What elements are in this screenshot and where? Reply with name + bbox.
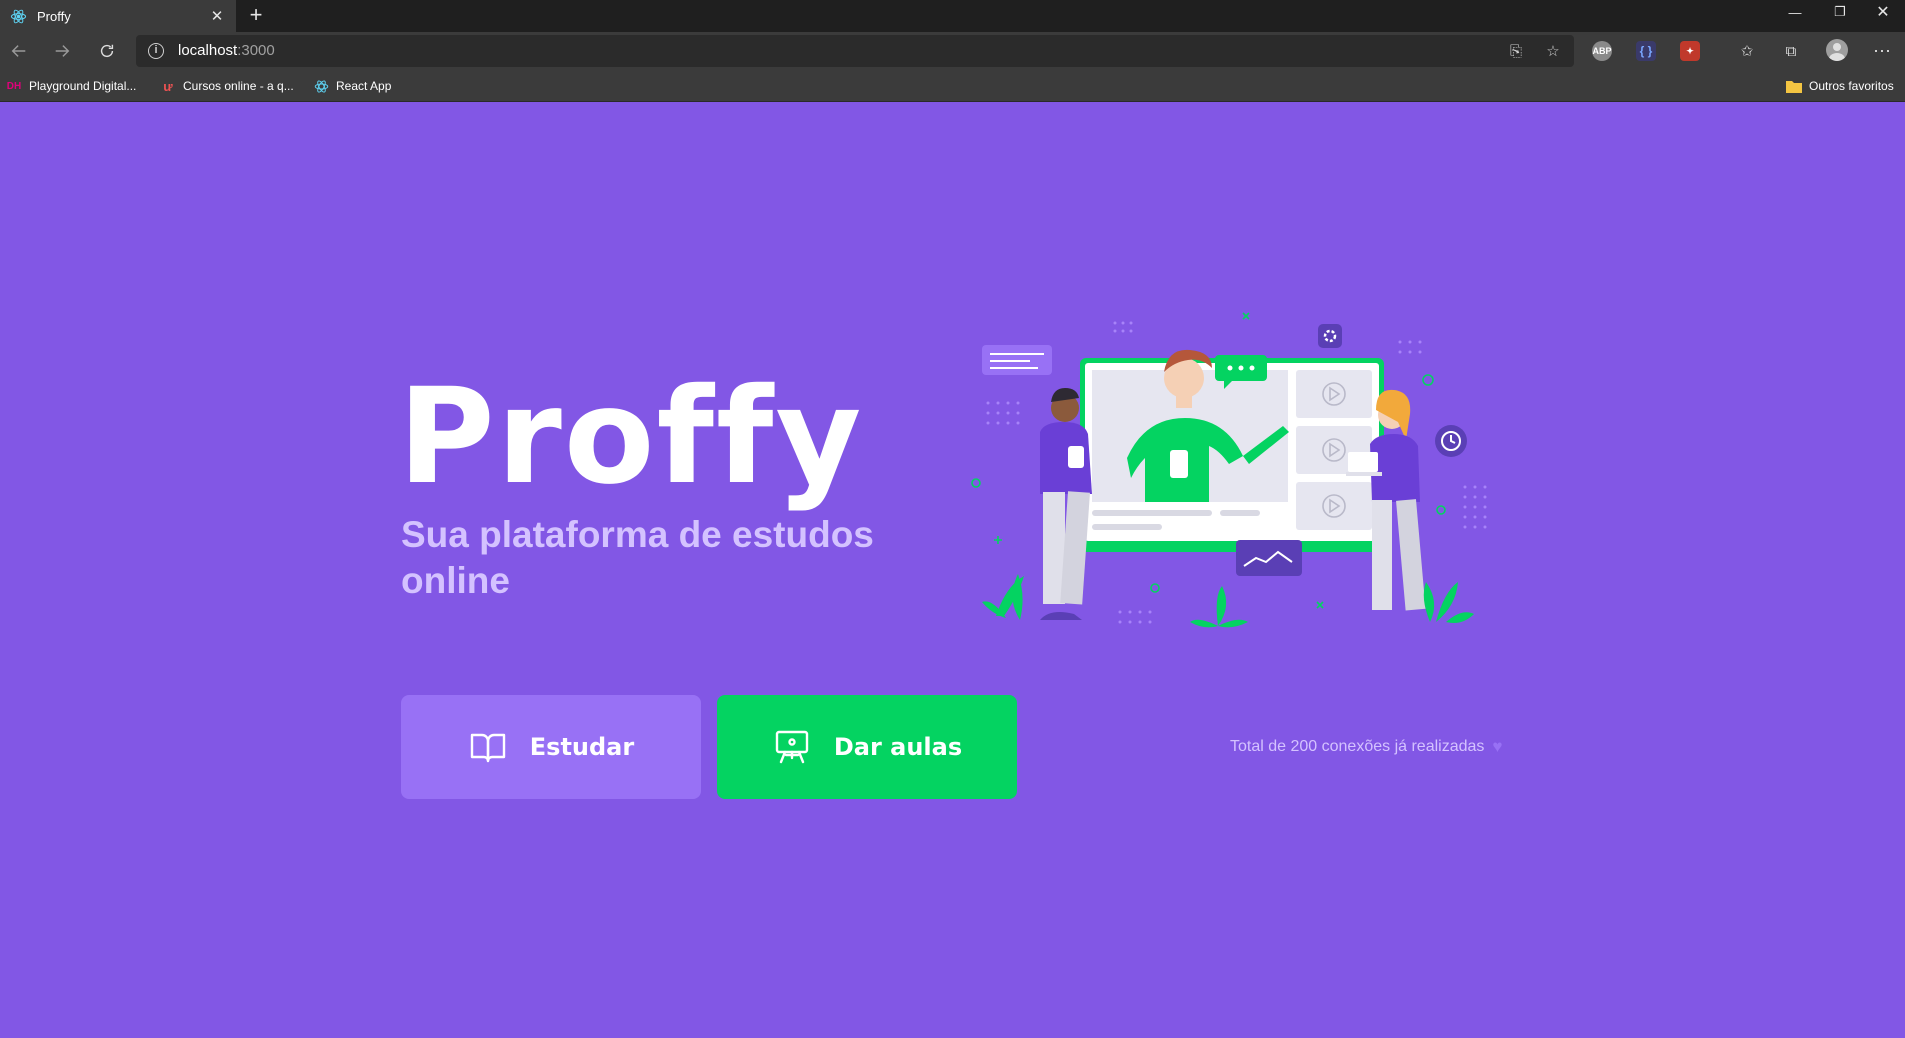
purple-heart-icon: ♥ [1492,737,1503,756]
tab-title: Proffy [37,8,71,24]
screenshot-extension-icon[interactable]: ✦ [1680,41,1700,61]
profile-avatar[interactable] [1826,39,1848,61]
udemy-icon: ư [163,78,173,94]
digital-house-icon: DH [6,80,22,92]
browser-toolbar: i localhost:3000 ⎘ ☆ ABP { } ✦ ✩ ⧉ ⋯ [0,32,1905,70]
bookmarks-bar: DH Playground Digital... ư Cursos online… [0,70,1905,102]
give-classes-button-label: Dar aulas [833,733,963,761]
collections-icon[interactable]: ⧉ [1781,41,1801,61]
close-tab-icon[interactable]: ✕ [208,7,226,25]
favorites-list-icon[interactable]: ✩ [1737,41,1757,61]
bookmark-other-favorites[interactable]: Outros favoritos [1786,78,1894,94]
page-subtitle: Sua plataforma de estudos online [401,514,874,601]
info-icon[interactable]: i [148,43,164,59]
address-bar[interactable]: i localhost:3000 ⎘ ☆ [136,35,1574,67]
back-button[interactable] [6,38,32,64]
react-icon [313,78,329,94]
total-connections-text: Total de 200 conexões já realizadas [1230,738,1485,755]
new-tab-button[interactable]: + [244,4,268,28]
json-viewer-icon[interactable]: { } [1636,41,1656,61]
tab-proffy[interactable]: Proffy ✕ [0,0,236,32]
react-icon [10,8,27,25]
teaching-board-icon [775,730,809,764]
landing-illustration [971,312,1487,628]
forward-button[interactable] [49,38,75,64]
restore-button[interactable]: ❐ [1818,0,1862,24]
favorite-star-icon[interactable]: ☆ [1543,41,1563,61]
close-window-button[interactable]: ✕ [1861,0,1905,24]
bookmark-react-app[interactable]: React App [313,78,391,94]
bookmark-udemy[interactable]: ư Cursos online - a q... [160,78,293,94]
proffy-logo: Proffy [398,360,864,514]
minimize-button[interactable]: — [1773,0,1817,24]
title-bar: Proffy ✕ + — ❐ ✕ [0,0,1905,32]
reload-button[interactable] [94,38,120,64]
study-button[interactable]: Estudar [401,695,701,799]
more-menu-icon[interactable]: ⋯ [1872,41,1892,61]
open-book-icon [470,733,505,763]
abp-icon[interactable]: ABP [1592,41,1612,61]
translate-icon[interactable]: ⎘ [1506,41,1526,61]
study-button-label: Estudar [529,733,635,761]
url-text[interactable]: localhost:3000 [178,42,275,59]
folder-icon [1786,78,1802,94]
give-classes-button[interactable]: Dar aulas [717,695,1017,799]
total-connections: Total de 200 conexões já realizadas ♥ [1230,737,1502,757]
bookmark-playground-digital[interactable]: DH Playground Digital... [6,78,137,94]
